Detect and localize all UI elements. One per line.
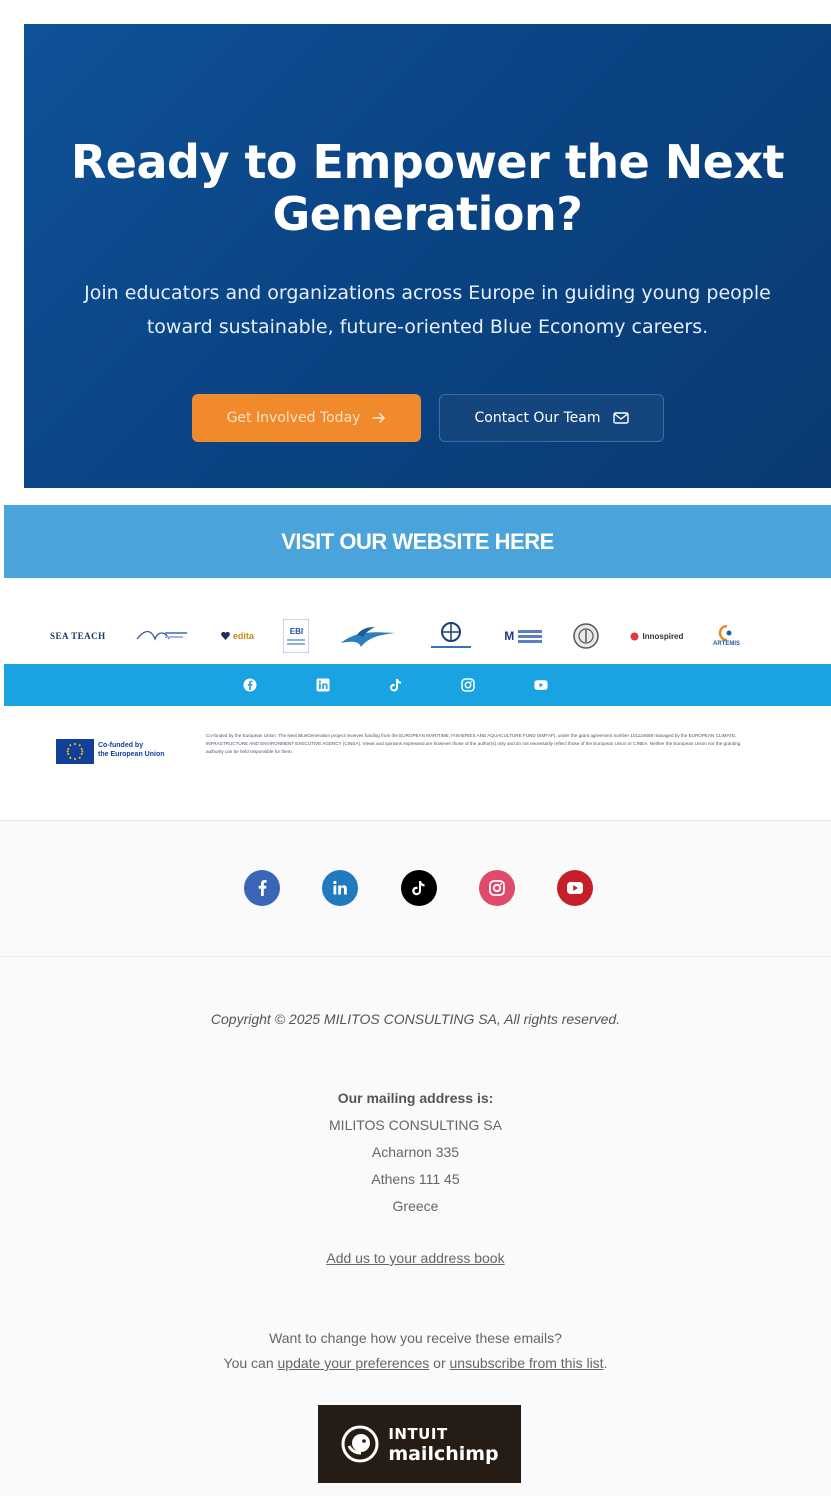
hero-subtitle: Join educators and organizations across …	[64, 276, 791, 344]
eu-cofunded-label: Co-funded by the European Union	[98, 741, 188, 759]
tiktok-icon[interactable]	[389, 678, 403, 692]
city-address: Athens 111 45	[371, 1171, 460, 1187]
mailchimp-freddie-icon	[341, 1425, 379, 1463]
globe-logo	[427, 620, 475, 652]
get-involved-label: Get Involved Today	[226, 410, 361, 426]
artemis-logo-text: ARTEMIS	[713, 641, 740, 647]
mailchimp-name-text: mailchimp	[388, 1443, 499, 1465]
edita-logo: edita	[220, 631, 254, 641]
linkedin-icon[interactable]	[316, 678, 330, 692]
eu-funding-notice: Co-funded by the European Union Co-funde…	[56, 730, 746, 780]
innospired-logo-text: Innospired	[642, 631, 684, 641]
footer-linkedin-icon[interactable]	[322, 870, 358, 906]
preferences-period: .	[603, 1355, 608, 1371]
street-address: Acharnon 335	[371, 1144, 460, 1160]
aquablue-logo	[135, 625, 191, 647]
mailchimp-intuit-text: INTUIT	[388, 1425, 448, 1443]
heart-icon	[220, 632, 230, 640]
visit-website-button[interactable]: VISIT OUR WEBSITE HERE	[4, 505, 831, 578]
preferences-question: Want to change how you receive these ema…	[269, 1330, 562, 1346]
unsubscribe-link[interactable]: unsubscribe from this list	[450, 1355, 604, 1371]
m-logo: M	[504, 629, 543, 643]
m-logo-text: M	[504, 629, 515, 643]
partner-logos: SEA TEACH edita EBI M Innospired ARTEMIS	[50, 615, 740, 657]
visit-website-label: VISIT OUR WEBSITE HERE	[281, 528, 554, 554]
eu-cofunded-line: Co-funded by	[98, 742, 144, 749]
preferences-row: You can update your preferences or unsub…	[0, 1355, 831, 1371]
hero-subtitle-line: toward sustainable, future-oriented Blue…	[146, 316, 709, 338]
update-preferences-link[interactable]: update your preferences	[278, 1355, 430, 1371]
country-address: Greece	[392, 1198, 439, 1214]
hero-title: Ready to Empower the Next Generation?	[70, 135, 785, 241]
seal-logo	[572, 622, 600, 650]
company-name: MILITOS CONSULTING SA	[329, 1117, 502, 1133]
sea-teach-logo-text: SEA TEACH	[50, 631, 106, 641]
innospired-logo: Innospired	[630, 631, 684, 641]
dot-icon	[630, 632, 638, 640]
social-bar	[4, 664, 831, 706]
address-book-row: Add us to your address book	[0, 1250, 831, 1266]
get-involved-button[interactable]: Get Involved Today	[192, 394, 421, 442]
mailchimp-badge[interactable]: INTUIT mailchimp	[318, 1405, 521, 1483]
hero-subtitle-line: Join educators and organizations across …	[84, 282, 771, 304]
ebi-logo-text: EBI	[289, 627, 304, 636]
mailing-address-heading: Our mailing address is:	[337, 1090, 494, 1106]
footer-instagram-icon[interactable]	[479, 870, 515, 906]
instagram-icon[interactable]	[461, 678, 475, 692]
preferences-prefix: You can	[223, 1355, 274, 1371]
eu-flag-icon	[56, 739, 94, 764]
mail-icon	[612, 412, 629, 424]
ebi-logo: EBI	[283, 619, 310, 653]
add-to-address-book-link[interactable]: Add us to your address book	[326, 1250, 504, 1266]
facebook-icon[interactable]	[243, 678, 257, 692]
sea-teach-logo: SEA TEACH	[50, 631, 106, 641]
eu-disclaimer-text: Co-funded by the European Union. The Nex…	[206, 733, 741, 754]
section-divider	[0, 956, 831, 957]
edita-logo-text: edita	[232, 631, 254, 641]
contact-team-label: Contact Our Team	[474, 410, 601, 426]
footer-facebook-icon[interactable]	[244, 870, 280, 906]
preferences-or: or	[433, 1355, 446, 1371]
footer-tiktok-icon[interactable]	[401, 870, 437, 906]
arrow-right-icon	[372, 413, 386, 423]
contact-team-button[interactable]: Contact Our Team	[439, 394, 664, 442]
footer-youtube-icon[interactable]	[557, 870, 593, 906]
eu-cofunded-line: the European Union	[98, 751, 165, 758]
hero-banner: Ready to Empower the Next Generation? Jo…	[24, 24, 831, 488]
copyright-text: Copyright © 2025 MILITOS CONSULTING SA, …	[210, 1011, 621, 1027]
bird-logo	[339, 623, 397, 649]
youtube-icon[interactable]	[534, 678, 548, 692]
mailchimp-wordmark: INTUIT mailchimp	[388, 1424, 498, 1464]
artemis-logo: ARTEMIS	[713, 625, 740, 647]
